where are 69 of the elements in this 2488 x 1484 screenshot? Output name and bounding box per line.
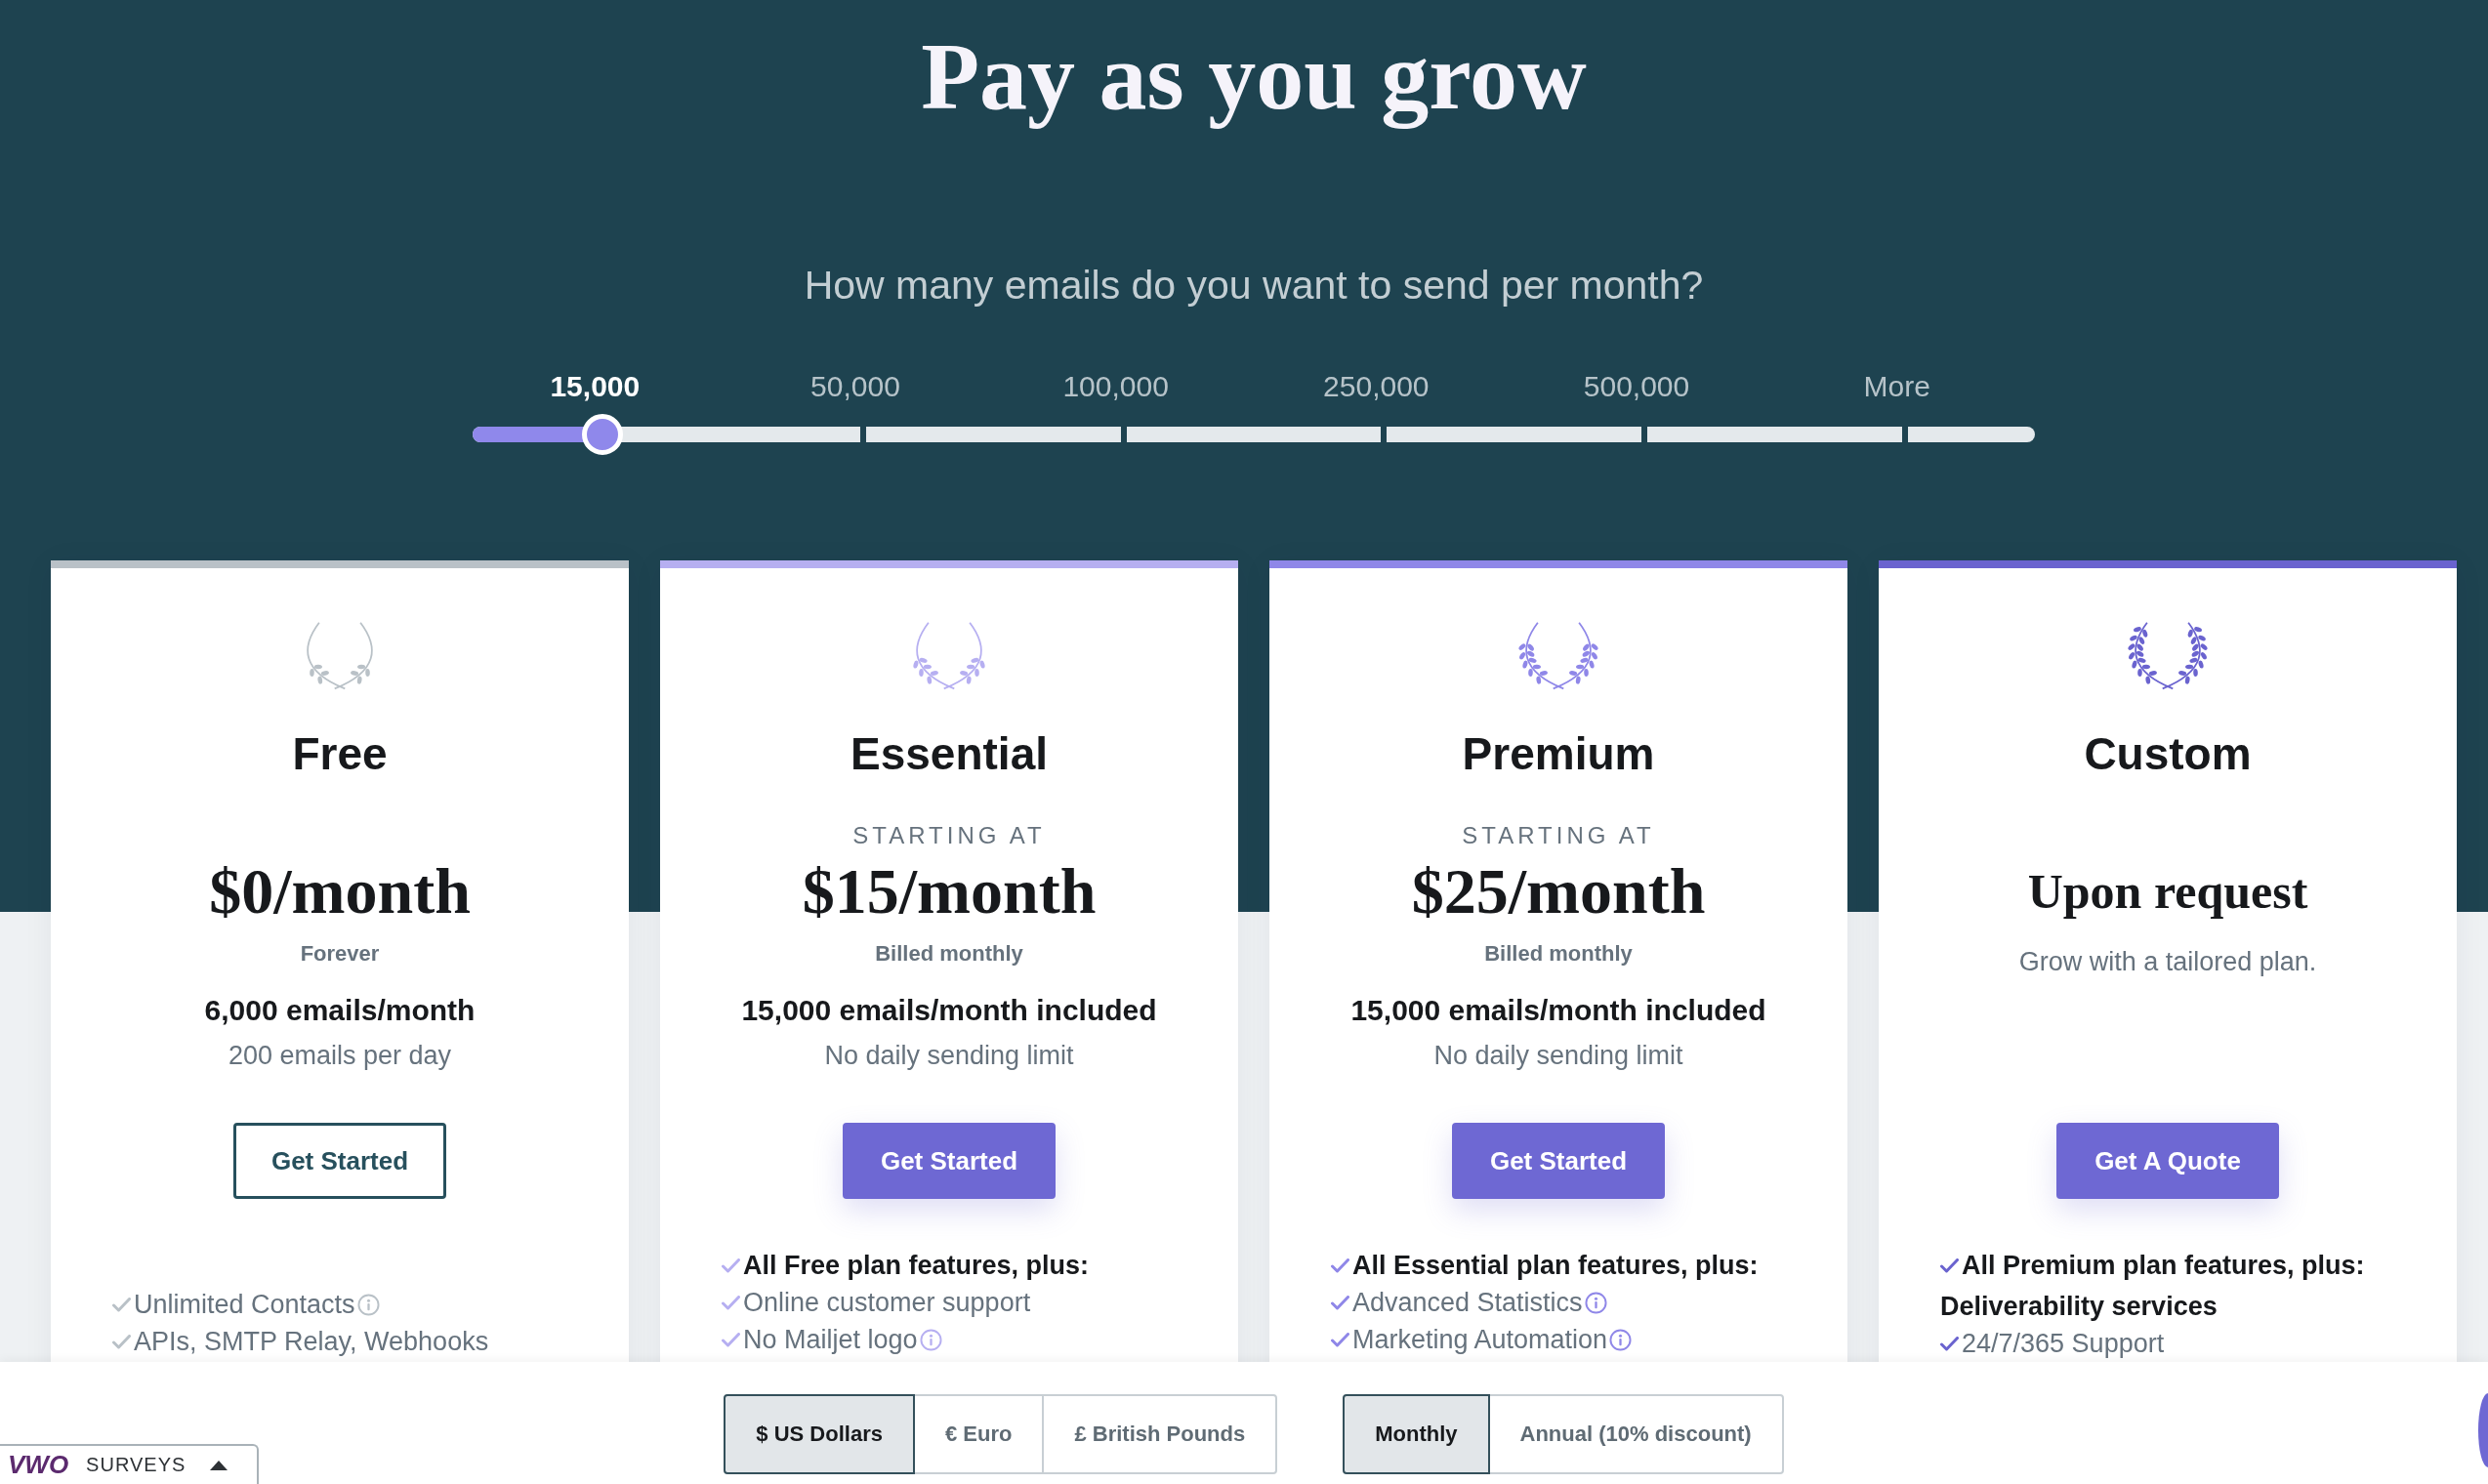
feature-text: Online customer support <box>743 1287 1031 1318</box>
feature-text: Unlimited Contacts <box>134 1289 355 1320</box>
plan-price: $0/month <box>209 854 471 928</box>
billing-note: Billed monthly <box>875 940 1023 968</box>
get-started-button[interactable]: Get Started <box>842 1123 1057 1199</box>
info-icon[interactable] <box>919 1328 942 1351</box>
price-caption: STARTING AT <box>1462 821 1655 850</box>
floating-button[interactable] <box>2478 1393 2488 1467</box>
slider-stop-label[interactable]: 500,000 <box>1583 367 1690 406</box>
sending-limit: No daily sending limit <box>1433 1040 1683 1072</box>
check-icon <box>1331 1332 1349 1347</box>
billing-note: Billed monthly <box>1484 940 1633 968</box>
slider-stop-label[interactable]: More <box>1863 367 1930 406</box>
get-started-button[interactable]: Get Started <box>1451 1123 1666 1199</box>
currency-toggle[interactable]: £ British Pounds <box>1042 1394 1278 1474</box>
check-icon <box>722 1257 740 1273</box>
check-icon <box>1331 1295 1349 1310</box>
check-icon <box>1940 1257 1959 1273</box>
currency-toggle[interactable]: € Euro <box>912 1394 1045 1474</box>
plan-price: Upon request <box>2027 863 2308 921</box>
check-icon <box>112 1334 131 1349</box>
check-icon <box>722 1332 740 1347</box>
volume-question: How many emails do you want to send per month? <box>804 262 1704 309</box>
plan-title: Custom <box>2084 728 2252 779</box>
get-started-button[interactable]: Get Started <box>232 1123 447 1199</box>
feature-text: Marketing Automation <box>1352 1324 1608 1355</box>
laurel-icon <box>1515 620 1601 692</box>
plan-tagline: Grow with a tailored plan. <box>2018 946 2317 978</box>
feature-section-title: Deliverability services <box>1940 1291 2218 1322</box>
feature-text: Advanced Statistics <box>1352 1287 1583 1318</box>
billing-note: Forever <box>300 940 380 968</box>
feature-text: 24/7/365 Support <box>1962 1328 2165 1359</box>
check-icon <box>112 1297 131 1312</box>
feature-text: No Mailjet logo <box>743 1324 918 1355</box>
slider-stop-label[interactable]: 50,000 <box>810 367 900 406</box>
plan-title: Free <box>292 728 388 779</box>
plan-price: $15/month <box>802 854 1097 928</box>
currency-toggle[interactable]: $ US Dollars <box>724 1394 915 1474</box>
slider-stop-label[interactable]: 100,000 <box>1062 367 1169 406</box>
info-icon[interactable] <box>356 1293 380 1316</box>
surveys-tab[interactable]: VWO SURVEYS <box>0 1444 259 1484</box>
plan-price: $25/month <box>1411 854 1706 928</box>
feature-heading: All Premium plan features, plus: <box>1962 1250 2365 1281</box>
slider-thumb[interactable] <box>581 414 623 455</box>
feature-text: APIs, SMTP Relay, Webhooks <box>134 1326 489 1357</box>
check-icon <box>1331 1257 1349 1273</box>
feature-heading: All Essential plan features, plus: <box>1352 1250 1759 1281</box>
caret-up-icon <box>209 1459 229 1471</box>
email-quota: 6,000 emails/month <box>204 993 476 1028</box>
info-icon[interactable] <box>1609 1328 1633 1351</box>
slider-stop-label[interactable]: 15,000 <box>550 367 641 406</box>
check-icon <box>1940 1336 1959 1351</box>
page-title: Pay as you grow <box>921 22 1587 131</box>
sending-limit: 200 emails per day <box>228 1040 452 1072</box>
sending-limit: No daily sending limit <box>824 1040 1074 1072</box>
feature-heading: All Free plan features, plus: <box>743 1250 1090 1281</box>
email-quota: 15,000 emails/month included <box>1350 993 1766 1028</box>
plan-title: Essential <box>850 728 1048 779</box>
brand-logo: VWO <box>8 1450 69 1480</box>
billing-toggle[interactable]: Annual (10% discount) <box>1487 1394 1784 1474</box>
billing-toggle[interactable]: Monthly <box>1343 1394 1490 1474</box>
info-icon[interactable] <box>1584 1291 1607 1314</box>
check-icon <box>722 1295 740 1310</box>
price-caption: STARTING AT <box>852 821 1046 850</box>
get-quote-button[interactable]: Get A Quote <box>2056 1123 2279 1199</box>
plan-title: Premium <box>1462 728 1655 779</box>
laurel-icon <box>2125 620 2211 692</box>
slider-stop-label[interactable]: 250,000 <box>1323 367 1430 406</box>
email-quota: 15,000 emails/month included <box>741 993 1157 1028</box>
